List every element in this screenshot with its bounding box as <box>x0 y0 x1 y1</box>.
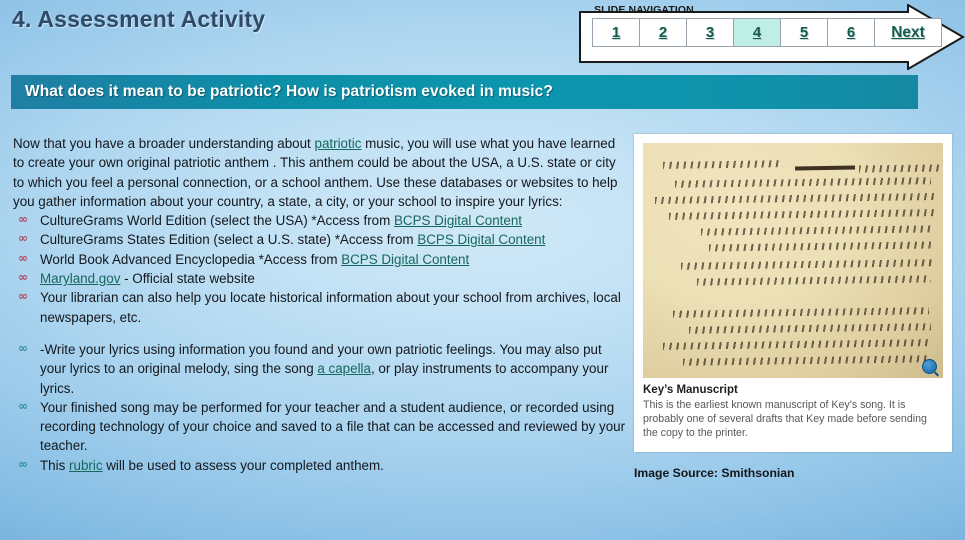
caption-body: This is the earliest known manuscript of… <box>643 399 927 439</box>
nav-link-4[interactable]: 4 <box>753 24 761 41</box>
intro-paragraph: Now that you have a broader understandin… <box>13 134 628 211</box>
slide-navigation-label: SLIDE NAVIGATION <box>594 4 694 16</box>
list-item: ∞ CultureGrams States Edition (select a U… <box>13 230 628 249</box>
list-item: ∞ Your librarian can also help you locate… <box>13 288 628 327</box>
list-item: ∞ CultureGrams World Edition (select the … <box>13 211 628 230</box>
nav-link-6[interactable]: 6 <box>847 24 855 41</box>
patriotic-link[interactable]: patriotic <box>315 136 362 151</box>
table-row: 1 2 3 4 5 6 Next <box>592 18 942 47</box>
bcps-digital-content-link[interactable]: BCPS Digital Content <box>417 232 545 247</box>
nav-cell-1[interactable]: 1 <box>592 18 640 47</box>
list-item: ∞ Maryland.gov - Official state website <box>13 269 628 288</box>
item-text-before: CultureGrams States Edition (select a U.… <box>40 232 418 248</box>
bullet-icon: ∞ <box>18 212 28 227</box>
slide-navigation: SLIDE NAVIGATION 1 2 3 4 5 6 Next <box>578 0 965 72</box>
item-text-before: Your librarian can also help you locate … <box>40 290 621 325</box>
nav-link-2[interactable]: 2 <box>659 24 667 41</box>
nav-cell-2[interactable]: 2 <box>639 18 687 47</box>
item-text-after: - Official state website <box>120 271 255 287</box>
bullet-icon: ∞ <box>18 289 28 304</box>
image-source-label: Image Source: Smithsonian <box>634 466 795 480</box>
item-text-before: This <box>40 457 70 473</box>
nav-link-5[interactable]: 5 <box>800 24 808 41</box>
nav-cell-6[interactable]: 6 <box>827 18 875 47</box>
manuscript-image-card: Key’s Manuscript This is the earliest kn… <box>634 134 952 452</box>
resource-list: ∞ CultureGrams World Edition (select the … <box>13 211 628 327</box>
slide-navigation-table: 1 2 3 4 5 6 Next <box>592 18 942 47</box>
list-item: ∞ This rubric will be used to assess your… <box>13 456 628 475</box>
list-item: ∞ Your finished song may be performed for… <box>13 398 628 456</box>
nav-link-1[interactable]: 1 <box>612 24 620 41</box>
slide-canvas: 4. Assessment Activity SLIDE NAVIGATION … <box>0 0 965 540</box>
intro-text-before: Now that you have a broader understandin… <box>13 136 315 151</box>
next-link[interactable]: Next <box>891 24 925 41</box>
magnifier-icon[interactable] <box>922 359 937 374</box>
bullet-icon: ∞ <box>18 270 28 285</box>
item-text-before: Your finished song may be performed for … <box>40 399 626 454</box>
nav-cell-4-selected[interactable]: 4 <box>733 18 781 47</box>
list-item: ∞ -Write your lyrics using information yo… <box>13 340 628 398</box>
essential-question-banner: What does it mean to be patriotic? How i… <box>11 75 918 109</box>
bullet-icon: ∞ <box>18 340 28 355</box>
page-title: 4. Assessment Activity <box>12 6 266 32</box>
item-text-before: CultureGrams World Edition (select the U… <box>40 213 394 229</box>
bcps-digital-content-link[interactable]: BCPS Digital Content <box>394 213 522 228</box>
nav-cell-5[interactable]: 5 <box>780 18 828 47</box>
bullet-icon: ∞ <box>18 456 28 471</box>
bullet-icon: ∞ <box>18 250 28 265</box>
strikethrough-mark <box>794 165 856 171</box>
bullet-icon: ∞ <box>18 231 28 246</box>
manuscript-image <box>643 143 943 378</box>
bullet-icon: ∞ <box>18 398 28 413</box>
item-text-before: World Book Advanced Encyclopedia *Access… <box>40 251 342 267</box>
bcps-digital-content-link[interactable]: BCPS Digital Content <box>341 252 469 267</box>
nav-cell-next[interactable]: Next <box>874 18 942 47</box>
a-capella-link[interactable]: a capella <box>317 361 371 376</box>
nav-link-3[interactable]: 3 <box>706 24 714 41</box>
list-item: ∞ World Book Advanced Encyclopedia *Acces… <box>13 250 628 269</box>
task-list: ∞ -Write your lyrics using information yo… <box>13 340 628 475</box>
item-text-after: will be used to assess your completed an… <box>102 457 384 473</box>
nav-cell-3[interactable]: 3 <box>686 18 734 47</box>
body-content: Now that you have a broader understandin… <box>13 134 628 475</box>
caption-title: Key’s Manuscript <box>643 384 738 396</box>
image-caption: Key’s Manuscript This is the earliest kn… <box>643 384 943 440</box>
maryland-gov-link[interactable]: Maryland.gov <box>40 271 120 286</box>
rubric-link[interactable]: rubric <box>69 458 102 473</box>
